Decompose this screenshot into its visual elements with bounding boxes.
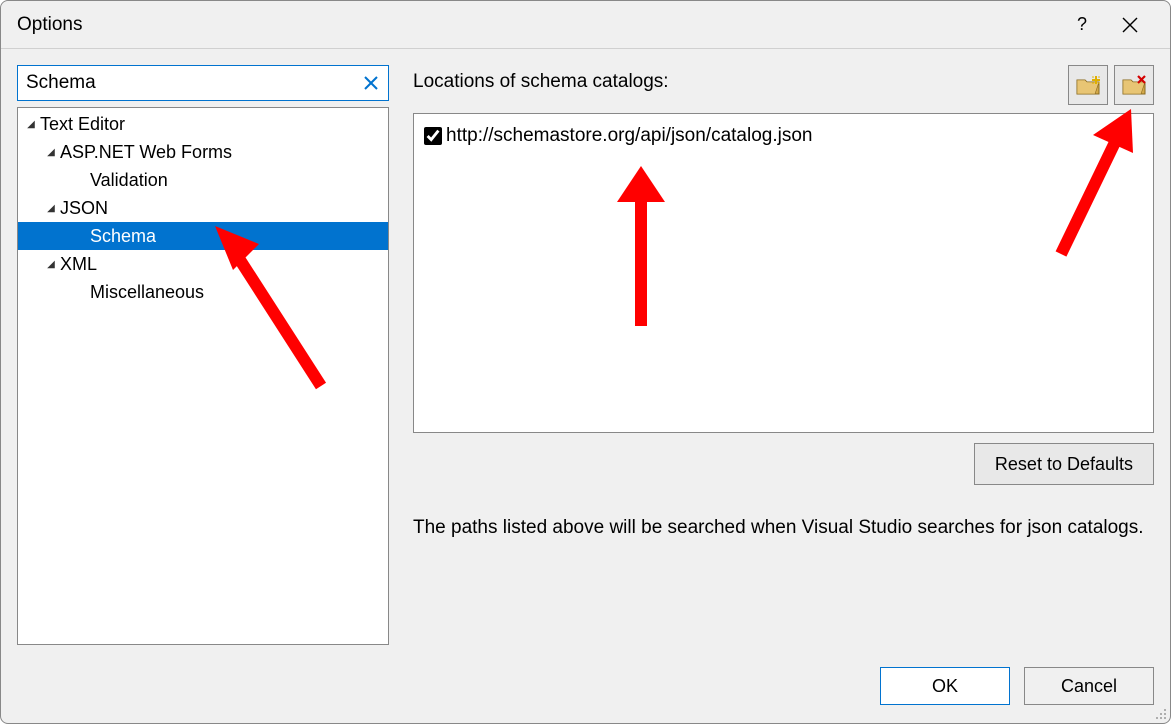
catalog-list[interactable]: http://schemastore.org/api/json/catalog.… [413,113,1154,433]
ok-button[interactable]: OK [880,667,1010,705]
clear-search-button[interactable] [362,72,380,94]
cancel-button[interactable]: Cancel [1024,667,1154,705]
tree-item-label: Validation [90,170,168,191]
tree-item-label: JSON [60,198,108,219]
tree-item-aspnet-web-forms[interactable]: ◢ ASP.NET Web Forms [18,138,388,166]
tree-item-text-editor[interactable]: ◢ Text Editor [18,110,388,138]
options-tree[interactable]: ◢ Text Editor ◢ ASP.NET Web Forms Valida… [17,107,389,645]
help-button[interactable]: ? [1058,1,1106,49]
caret-icon: ◢ [44,259,58,270]
options-dialog: Options ? [0,0,1171,724]
catalog-item[interactable]: http://schemastore.org/api/json/catalog.… [424,122,1143,150]
content-area: ◢ Text Editor ◢ ASP.NET Web Forms Valida… [1,49,1170,661]
tree-item-miscellaneous[interactable]: Miscellaneous [18,278,388,306]
resize-grip-icon[interactable] [1154,707,1168,721]
caret-icon: ◢ [44,147,58,158]
caret-icon: ◢ [44,203,58,214]
dialog-footer: OK Cancel [1,661,1170,723]
tree-item-label: Miscellaneous [90,282,204,303]
help-icon: ? [1077,14,1087,35]
x-icon [364,76,378,90]
search-box [17,65,389,101]
left-panel: ◢ Text Editor ◢ ASP.NET Web Forms Valida… [17,65,389,645]
catalog-url: http://schemastore.org/api/json/catalog.… [446,125,812,147]
close-button[interactable] [1106,1,1154,49]
right-panel: Locations of schema catalogs: [413,65,1154,645]
close-icon [1122,17,1138,33]
catalog-description: The paths listed above will be searched … [413,513,1154,542]
remove-folder-icon [1121,72,1147,98]
tree-item-schema[interactable]: Schema [18,222,388,250]
add-catalog-button[interactable] [1068,65,1108,105]
tree-item-label: Text Editor [40,114,125,135]
titlebar: Options ? [1,1,1170,49]
search-input[interactable] [26,72,362,94]
reset-to-defaults-button[interactable]: Reset to Defaults [974,443,1154,485]
caret-icon: ◢ [24,119,38,130]
window-title: Options [17,14,82,36]
tree-item-validation[interactable]: Validation [18,166,388,194]
catalog-checkbox[interactable] [424,127,442,145]
tree-item-label: ASP.NET Web Forms [60,142,232,163]
tree-item-xml[interactable]: ◢ XML [18,250,388,278]
tree-item-label: Schema [90,226,156,247]
remove-catalog-button[interactable] [1114,65,1154,105]
tree-item-label: XML [60,254,97,275]
tree-item-json[interactable]: ◢ JSON [18,194,388,222]
add-folder-icon [1075,72,1101,98]
catalog-header-label: Locations of schema catalogs: [413,65,1068,93]
catalog-header: Locations of schema catalogs: [413,65,1154,105]
